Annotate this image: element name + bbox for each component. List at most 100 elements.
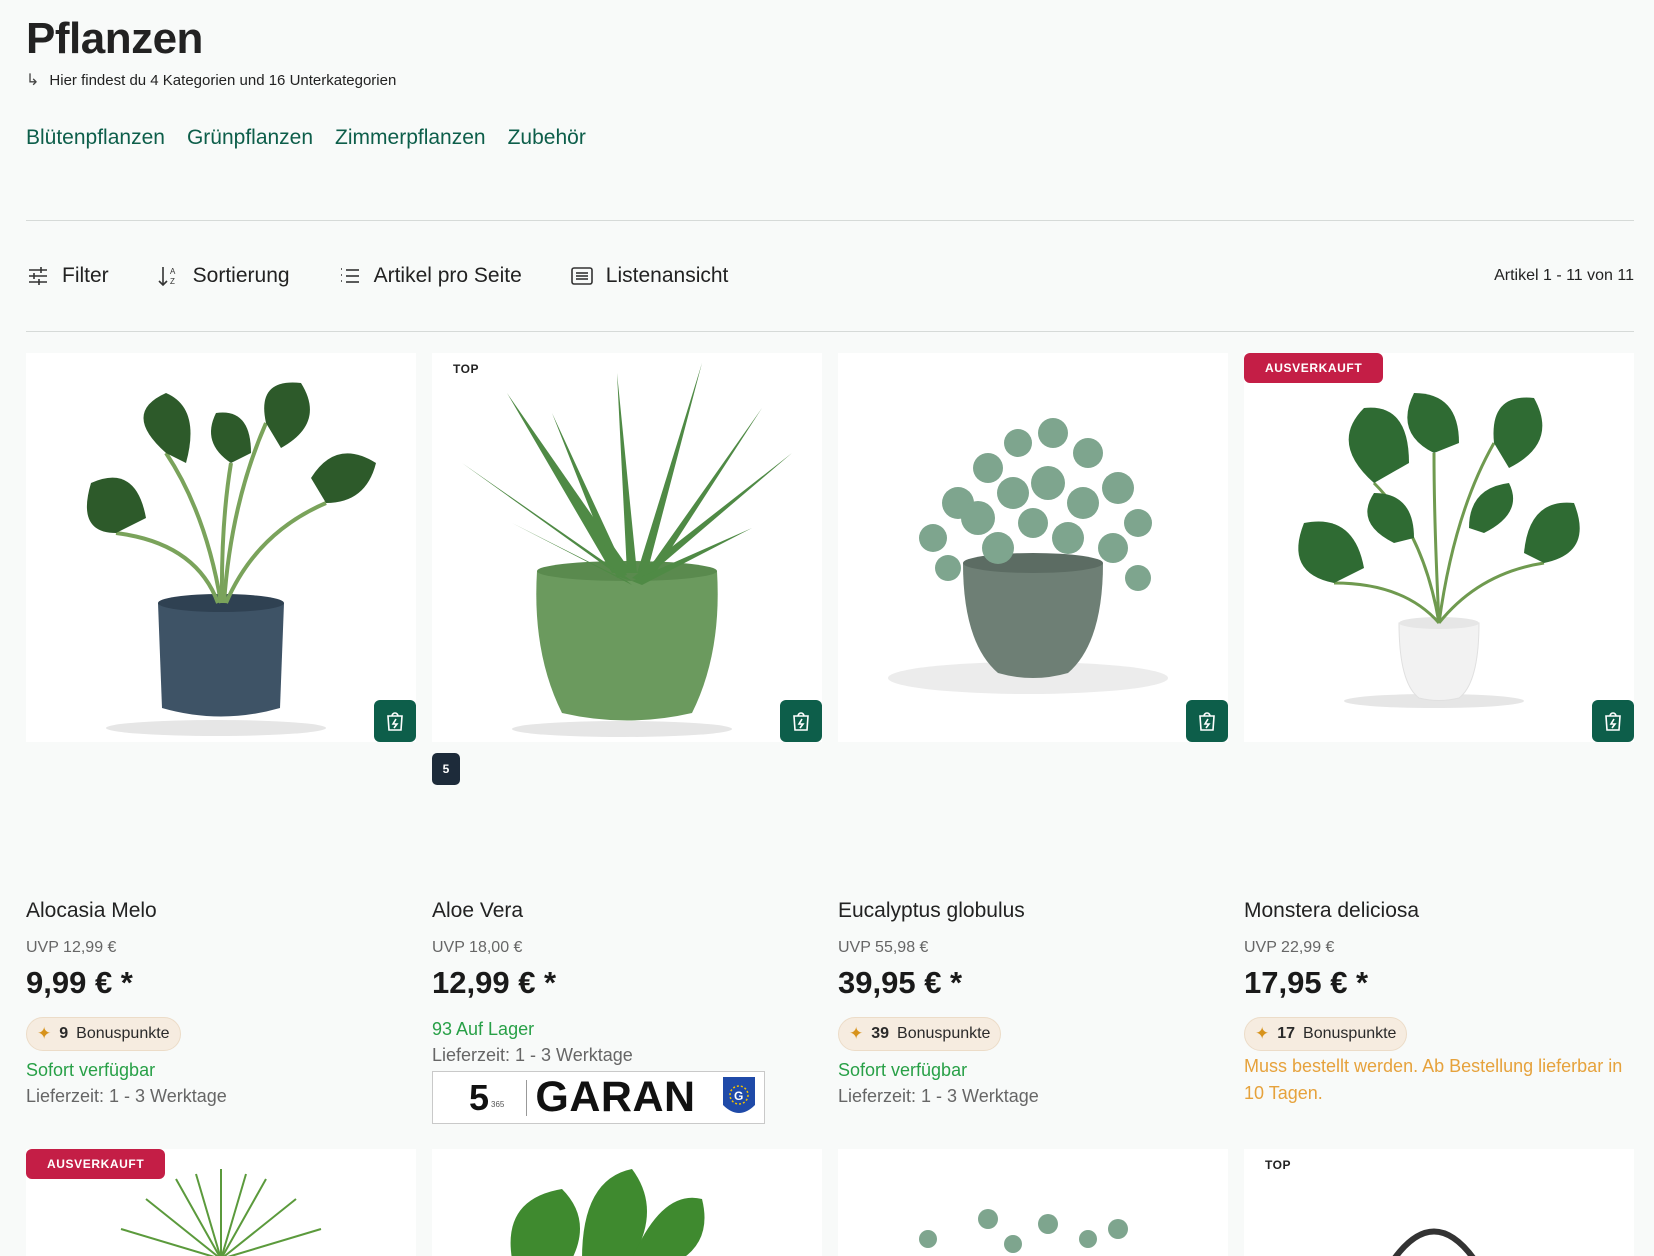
bonus-points-value: 17 bbox=[1277, 1025, 1296, 1042]
list-view-icon bbox=[570, 267, 593, 285]
product-image[interactable] bbox=[838, 1149, 1228, 1256]
product-image[interactable]: AUSVERKAUFT bbox=[1244, 353, 1634, 742]
guarantee-word: GARAN bbox=[535, 1073, 696, 1121]
bonus-points-label: Bonuspunkte bbox=[1303, 1025, 1397, 1042]
filter-button[interactable]: Filter bbox=[26, 264, 109, 288]
divider bbox=[26, 220, 1634, 221]
bonus-points-label: Bonuspunkte bbox=[76, 1025, 170, 1042]
alocasia-plant-image bbox=[86, 382, 376, 736]
product-name[interactable]: Eucalyptus globulus bbox=[838, 899, 1025, 923]
product-uvp: UVP 18,00 € bbox=[432, 939, 523, 956]
svg-text:Z: Z bbox=[170, 277, 175, 286]
aloe-vera-plant-image bbox=[462, 363, 792, 737]
stock-status: 93 Auf Lager bbox=[432, 1019, 535, 1039]
bonus-points-value: 39 bbox=[871, 1025, 890, 1042]
bonus-points-badge: ✦ 17 Bonuspunkte bbox=[1244, 1017, 1408, 1051]
product-image[interactable] bbox=[838, 353, 1228, 742]
sparkle-icon: ✦ bbox=[1255, 1024, 1270, 1043]
listing-toolbar: Filter A Z Sortierung Artikel pro Seite … bbox=[26, 258, 1634, 294]
product-card[interactable]: Alocasia Melo UVP 12,99 € 9,99 € * ✦ 9 B… bbox=[26, 353, 416, 1106]
product-card[interactable] bbox=[838, 1149, 1228, 1256]
hanging-planter-image bbox=[1392, 1228, 1476, 1256]
shopping-bag-bolt-icon bbox=[1605, 712, 1621, 731]
quick-buy-button[interactable] bbox=[374, 700, 416, 742]
category-summary-text: Hier findest du 4 Kategorien und 16 Unte… bbox=[49, 71, 397, 89]
list-view-button[interactable]: Listenansicht bbox=[570, 264, 729, 288]
availability-status: Sofort verfügbar bbox=[26, 1060, 156, 1080]
rating-count-bubble: 5 bbox=[432, 753, 460, 785]
svg-text:G: G bbox=[734, 1089, 743, 1103]
product-image[interactable]: AUSVERKAUFT bbox=[26, 1149, 416, 1256]
subdirectory-arrow-icon: ↳ bbox=[26, 72, 40, 89]
availability-status: Sofort verfügbar bbox=[838, 1060, 968, 1080]
sold-out-badge: AUSVERKAUFT bbox=[26, 1149, 166, 1179]
guarantee-badge[interactable]: 5 365 GARAN G bbox=[432, 1071, 765, 1124]
quick-buy-button[interactable] bbox=[1592, 700, 1634, 742]
monstera-plant-image bbox=[1298, 393, 1580, 708]
items-per-page-label: Artikel pro Seite bbox=[373, 264, 522, 287]
product-name[interactable]: Aloe Vera bbox=[432, 899, 523, 923]
delivery-time: Lieferzeit: 1 - 3 Werktage bbox=[26, 1086, 227, 1106]
product-uvp: UVP 12,99 € bbox=[26, 939, 117, 956]
sold-out-badge: AUSVERKAUFT bbox=[1244, 353, 1384, 383]
page: Pflanzen ↳ Hier findest du 4 Kategorien … bbox=[0, 0, 1654, 1256]
top-badge: TOP bbox=[453, 362, 479, 376]
sort-button[interactable]: A Z Sortierung bbox=[157, 264, 290, 288]
category-summary: ↳ Hier findest du 4 Kategorien und 16 Un… bbox=[26, 70, 396, 90]
bonus-points-badge: ✦ 9 Bonuspunkte bbox=[26, 1017, 181, 1051]
bonus-points-value: 9 bbox=[59, 1025, 69, 1042]
top-badge: TOP bbox=[1265, 1158, 1291, 1172]
filter-label: Filter bbox=[62, 264, 109, 287]
shopping-bag-bolt-icon bbox=[1199, 712, 1215, 731]
bonus-points-label: Bonuspunkte bbox=[897, 1025, 991, 1042]
sort-label: Sortierung bbox=[192, 264, 290, 287]
product-uvp: UVP 22,99 € bbox=[1244, 939, 1335, 956]
category-link-zimmerpflanzen[interactable]: Zimmerpflanzen bbox=[335, 126, 486, 150]
product-card[interactable]: TOP bbox=[1244, 1149, 1634, 1256]
philodendron-plant-image bbox=[510, 1169, 705, 1256]
delivery-time: Lieferzeit: 1 - 3 Werktage bbox=[432, 1045, 633, 1065]
svg-text:A: A bbox=[170, 267, 176, 276]
product-price: 12,99 € * bbox=[432, 965, 557, 1000]
category-link-gruenpflanzen[interactable]: Grünpflanzen bbox=[187, 126, 313, 150]
quick-buy-button[interactable] bbox=[1186, 700, 1228, 742]
shopping-bag-bolt-icon bbox=[793, 712, 809, 731]
product-price: 17,95 € * bbox=[1244, 965, 1369, 1000]
article-count: Artikel 1 - 11 von 11 bbox=[1494, 267, 1634, 284]
product-image[interactable] bbox=[26, 353, 416, 742]
product-image[interactable]: TOP bbox=[432, 353, 822, 742]
eu-shield-icon: G bbox=[723, 1077, 755, 1113]
product-card[interactable] bbox=[432, 1149, 822, 1256]
product-card[interactable]: TOP 5 Aloe Vera UVP 18,00 € 12,99 € * 93… bbox=[432, 353, 822, 1124]
list-view-label: Listenansicht bbox=[605, 264, 729, 287]
product-image[interactable]: TOP bbox=[1244, 1149, 1634, 1256]
eucalyptus-plant-image bbox=[888, 418, 1168, 694]
filter-sliders-icon bbox=[29, 267, 47, 285]
category-link-bluetenpflanzen[interactable]: Blütenpflanzen bbox=[26, 126, 165, 150]
product-card[interactable]: AUSVERKAUFT Monstera deliciosa UVP 22,99… bbox=[1244, 353, 1634, 1103]
availability-status: Muss bestellt werden. Ab Bestellung lief… bbox=[1244, 1056, 1623, 1103]
sort-az-icon: A Z bbox=[158, 267, 176, 287]
numbered-list-icon bbox=[340, 268, 359, 283]
divider bbox=[26, 331, 1634, 332]
sparkle-icon: ✦ bbox=[37, 1024, 52, 1043]
product-card[interactable]: AUSVERKAUFT bbox=[26, 1149, 416, 1256]
product-image[interactable] bbox=[432, 1149, 822, 1256]
guarantee-number: 5 bbox=[469, 1076, 490, 1118]
product-name[interactable]: Alocasia Melo bbox=[26, 899, 157, 923]
bonus-points-badge: ✦ 39 Bonuspunkte bbox=[838, 1017, 1002, 1051]
shopping-bag-bolt-icon bbox=[387, 712, 403, 731]
category-links: Blütenpflanzen Grünpflanzen Zimmerpflanz… bbox=[26, 126, 586, 150]
guarantee-365-label: 365 bbox=[491, 1100, 505, 1109]
product-name[interactable]: Monstera deliciosa bbox=[1244, 899, 1419, 923]
items-per-page-button[interactable]: Artikel pro Seite bbox=[338, 264, 522, 288]
product-price: 9,99 € * bbox=[26, 965, 133, 1000]
sparkle-icon: ✦ bbox=[849, 1024, 864, 1043]
category-link-zubehoer[interactable]: Zubehör bbox=[508, 126, 586, 150]
product-uvp: UVP 55,98 € bbox=[838, 939, 929, 956]
eucalyptus-plant-image bbox=[919, 1209, 1128, 1253]
page-title: Pflanzen bbox=[26, 14, 203, 63]
quick-buy-button[interactable] bbox=[780, 700, 822, 742]
product-price: 39,95 € * bbox=[838, 965, 963, 1000]
product-card[interactable]: Eucalyptus globulus UVP 55,98 € 39,95 € … bbox=[838, 353, 1228, 1106]
